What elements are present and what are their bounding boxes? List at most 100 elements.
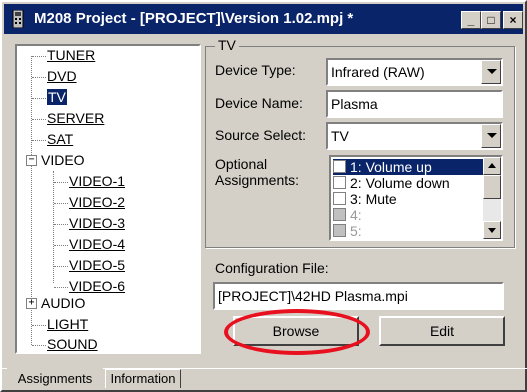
tree-item-light[interactable]: LIGHT <box>47 316 88 332</box>
tree-item-label: VIDEO-3 <box>69 215 126 231</box>
checkbox[interactable] <box>333 160 346 173</box>
checkbox[interactable] <box>333 224 346 237</box>
config-file-label: Configuration File: <box>215 260 329 276</box>
expand-icon[interactable]: + <box>26 298 37 309</box>
list-item[interactable]: 2: Volume down <box>333 175 483 191</box>
tree-item-label: LIGHT <box>47 316 89 332</box>
close-button[interactable]: × <box>503 11 523 29</box>
tree-line <box>32 325 46 326</box>
groupbox-title: TV <box>215 37 239 53</box>
tree-line <box>54 245 68 246</box>
minimize-icon: _ <box>467 13 475 27</box>
tree-item-sound[interactable]: SOUND <box>47 336 98 352</box>
tab-label: Assignments <box>17 371 93 386</box>
tree-item-label: TUNER <box>47 47 96 63</box>
list-item-label: 2: Volume down <box>350 175 450 191</box>
device-name-value: Plasma <box>331 96 378 112</box>
list-item-label: 1: Volume up <box>350 159 432 175</box>
config-file-value: [PROJECT]\42HD Plasma.mpi <box>218 288 408 304</box>
maximize-button[interactable]: □ <box>481 11 501 29</box>
list-item-label: 4: <box>350 207 362 223</box>
tree-item-label: VIDEO-5 <box>69 257 126 273</box>
scroll-thumb[interactable] <box>483 175 501 199</box>
tree-item-video-5[interactable]: VIDEO-5 <box>69 257 125 273</box>
title-bar[interactable]: M208 Project - [PROJECT]\Version 1.02.mp… <box>4 4 523 34</box>
device-type-label: Device Type: <box>215 62 296 78</box>
tree-item-label: DVD <box>47 68 77 84</box>
minimize-button[interactable]: _ <box>461 11 481 29</box>
list-item[interactable]: 5: <box>333 223 483 239</box>
tree-item-video-1[interactable]: VIDEO-1 <box>69 173 125 189</box>
list-item[interactable]: 1: Volume up <box>333 159 483 175</box>
tree-item-video[interactable]: VIDEO <box>41 152 85 168</box>
tree-line <box>54 203 68 204</box>
tree-item-sat[interactable]: SAT <box>47 131 73 147</box>
tree-item-label: VIDEO-6 <box>69 278 126 294</box>
collapse-icon[interactable]: − <box>26 155 37 166</box>
tree-line <box>54 287 68 288</box>
scroll-down-icon[interactable] <box>483 221 501 239</box>
source-select[interactable]: TV <box>326 122 503 150</box>
tree-line <box>32 119 46 120</box>
config-file-input[interactable]: [PROJECT]\42HD Plasma.mpi <box>213 282 504 310</box>
source-select-value: TV <box>331 128 349 144</box>
tree-item-tuner[interactable]: TUNER <box>47 47 95 63</box>
tab-assignments[interactable]: Assignments <box>7 368 103 390</box>
tree-item-label: VIDEO-1 <box>69 173 126 189</box>
tree-item-label: SOUND <box>47 336 98 352</box>
edit-button[interactable]: Edit <box>379 316 505 346</box>
device-type-value: Infrared (RAW) <box>331 64 425 80</box>
application-window: M208 Project - [PROJECT]\Version 1.02.mp… <box>0 0 527 392</box>
chevron-down-icon[interactable] <box>481 60 501 84</box>
optional-label: Optional <box>215 156 268 172</box>
list-item[interactable]: 3: Mute <box>333 191 483 207</box>
tree-line <box>54 224 68 225</box>
edit-label: Edit <box>429 323 455 339</box>
tree-item-label: SERVER <box>47 110 105 126</box>
tree-line <box>54 182 68 183</box>
tree-item-dvd[interactable]: DVD <box>47 68 77 84</box>
tree-item-video-3[interactable]: VIDEO-3 <box>69 215 125 231</box>
list-item-label: 5: <box>350 223 362 239</box>
assignments-label: Assignments: <box>215 172 300 188</box>
tree-line <box>32 140 46 141</box>
close-icon: × <box>509 13 517 27</box>
list-item[interactable]: 4: <box>333 207 483 223</box>
app-icon <box>12 10 24 28</box>
tree-item-audio[interactable]: AUDIO <box>41 295 85 311</box>
tab-information[interactable]: Information <box>105 369 181 388</box>
tree-item-label: AUDIO <box>41 295 86 311</box>
tree-item-video-4[interactable]: VIDEO-4 <box>69 236 125 252</box>
tree-line <box>54 266 68 267</box>
device-name-label: Device Name: <box>215 95 303 111</box>
window-title: M208 Project - [PROJECT]\Version 1.02.mp… <box>34 10 354 27</box>
source-select-label: Source Select: <box>215 127 307 143</box>
chevron-down-icon[interactable] <box>481 124 501 148</box>
tree-item-video-6[interactable]: VIDEO-6 <box>69 278 125 294</box>
checkbox[interactable] <box>333 176 346 189</box>
tree-line <box>32 77 46 78</box>
tree-item-video-2[interactable]: VIDEO-2 <box>69 194 125 210</box>
tree-item-label: VIDEO <box>41 152 85 168</box>
maximize-icon: □ <box>487 13 495 27</box>
tree-item-label: SAT <box>47 131 74 147</box>
tree-line <box>32 98 46 99</box>
tree-line <box>32 56 46 57</box>
device-tree[interactable]: TUNER DVD TV SERVER SAT − VIDEO VIDEO-1 … <box>15 44 201 354</box>
assignments-scrollbar[interactable] <box>483 157 501 239</box>
assignments-listbox[interactable]: 1: Volume up 2: Volume down 3: Mute 4: 5… <box>329 155 503 241</box>
tab-label: Information <box>110 371 176 386</box>
tree-item-server[interactable]: SERVER <box>47 110 104 126</box>
tree-item-label: VIDEO-4 <box>69 236 126 252</box>
browse-label: Browse <box>272 323 320 339</box>
device-name-input[interactable]: Plasma <box>326 90 503 118</box>
tree-item-label: VIDEO-2 <box>69 194 126 210</box>
tree-item-tv[interactable]: TV <box>47 89 67 105</box>
checkbox[interactable] <box>333 208 346 221</box>
checkbox[interactable] <box>333 192 346 205</box>
device-type-select[interactable]: Infrared (RAW) <box>326 58 503 86</box>
browse-button[interactable]: Browse <box>233 316 359 346</box>
scroll-up-icon[interactable] <box>483 157 501 175</box>
list-item-label: 3: Mute <box>350 191 397 207</box>
tree-line <box>32 345 46 346</box>
